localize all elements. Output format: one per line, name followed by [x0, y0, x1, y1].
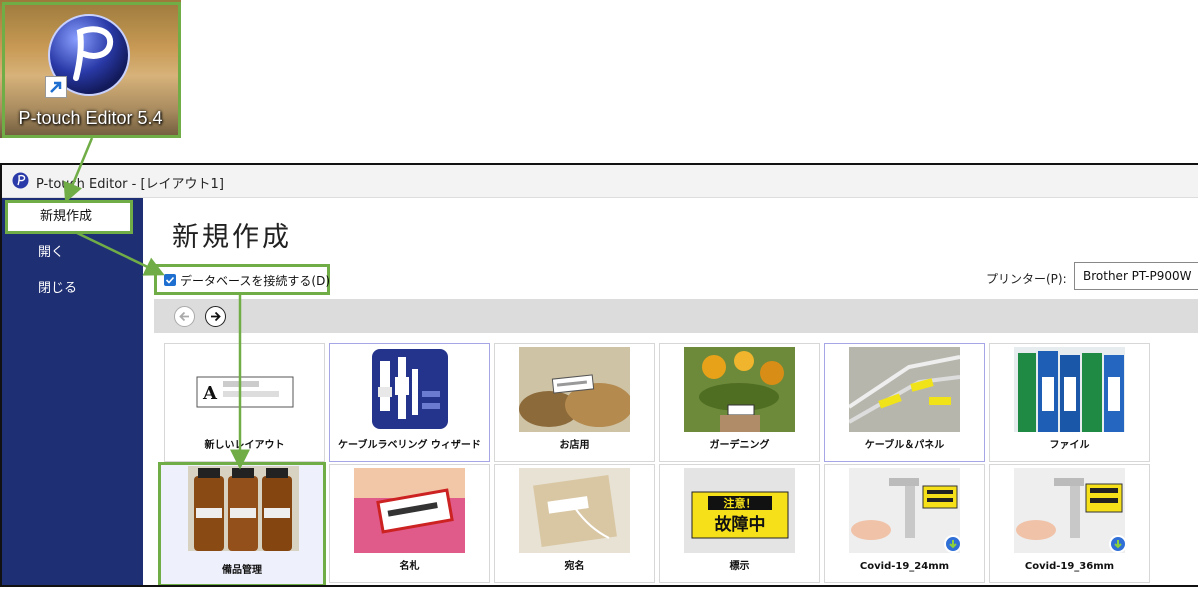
covid-24mm-thumb: [849, 468, 960, 553]
address-thumb: [519, 468, 630, 553]
app-icon: [12, 172, 29, 189]
blank-layout-thumb: A: [189, 347, 300, 432]
template-name-tag[interactable]: 名札: [329, 464, 490, 583]
tile-label: 備品管理: [222, 565, 262, 576]
template-address[interactable]: 宛名: [494, 464, 655, 583]
title-bar: P-touch Editor - [レイアウト1]: [2, 165, 1198, 198]
cable-wizard-thumb: [354, 347, 465, 432]
template-gardening[interactable]: ガーデニング: [659, 343, 820, 462]
db-checkbox[interactable]: [164, 274, 176, 286]
db-checkbox-row[interactable]: データベースを接続する(D): [154, 264, 330, 295]
template-nav-bar: [154, 299, 1198, 333]
desktop-shortcut[interactable]: P-touch Editor 5.4: [0, 0, 181, 138]
gardening-thumb: [684, 347, 795, 432]
window-title: P-touch Editor - [レイアウト1]: [36, 177, 224, 192]
template-blank-layout[interactable]: A 新しいレイアウト: [164, 343, 325, 462]
template-covid-24mm[interactable]: Covid-19_24mm: [824, 464, 985, 583]
db-checkbox-label: データベースを接続する(D): [180, 274, 331, 288]
back-button[interactable]: [174, 306, 195, 327]
name-tag-thumb: [354, 468, 465, 553]
sidebar-item-new[interactable]: 新規作成: [5, 200, 133, 234]
template-equipment[interactable]: 備品管理: [158, 462, 326, 585]
sidebar: 新規作成 開く 閉じる: [2, 198, 143, 585]
tile-label: 宛名: [564, 561, 585, 572]
download-icon: [1109, 535, 1127, 553]
template-shop[interactable]: お店用: [494, 343, 655, 462]
tile-label: 標示: [729, 561, 750, 572]
tile-label: 新しいレイアウト: [204, 440, 285, 451]
arrow-right-icon: [211, 311, 221, 322]
download-icon: [944, 535, 962, 553]
tile-label: ケーブル＆パネル: [864, 440, 945, 451]
template-sign[interactable]: 注意！ 故障中 標示: [659, 464, 820, 583]
cable-panel-thumb: [849, 347, 960, 432]
sidebar-item-open[interactable]: 開く: [2, 236, 143, 270]
template-cable-wizard[interactable]: ケーブルラベリング ウィザード: [329, 343, 490, 462]
template-cable-panel[interactable]: ケーブル＆パネル: [824, 343, 985, 462]
page-title: 新規作成: [172, 222, 292, 253]
file-thumb: [1014, 347, 1125, 432]
template-file[interactable]: ファイル: [989, 343, 1150, 462]
app-window: P-touch Editor - [レイアウト1] 新規作成 開く 閉じる 新規…: [0, 163, 1198, 587]
forward-button[interactable]: [205, 306, 226, 327]
equipment-thumb: [188, 466, 299, 551]
check-icon: [165, 276, 175, 284]
tile-label: 名札: [399, 561, 420, 572]
tile-label: Covid-19_24mm: [859, 561, 950, 572]
tile-label: ガーデニング: [709, 440, 770, 451]
sidebar-item-close[interactable]: 閉じる: [2, 272, 143, 306]
template-covid-36mm[interactable]: Covid-19_36mm: [989, 464, 1150, 583]
printer-select[interactable]: Brother PT-P900W: [1074, 262, 1198, 290]
sign-line2: 故障中: [715, 514, 766, 535]
highlight-frame: [2, 2, 181, 138]
sign-thumb: 注意！ 故障中: [684, 468, 795, 553]
printer-label: プリンター(P):: [986, 272, 1067, 286]
shop-thumb: [519, 347, 630, 432]
svg-text:A: A: [202, 383, 218, 404]
tile-label: お店用: [559, 440, 590, 451]
sign-line1: 注意！: [724, 496, 757, 510]
covid-36mm-thumb: [1014, 468, 1125, 553]
arrow-left-icon: [179, 311, 189, 322]
tile-label: Covid-19_36mm: [1024, 561, 1115, 572]
tile-label: ファイル: [1049, 440, 1090, 451]
tile-label: ケーブルラベリング ウィザード: [338, 440, 481, 451]
